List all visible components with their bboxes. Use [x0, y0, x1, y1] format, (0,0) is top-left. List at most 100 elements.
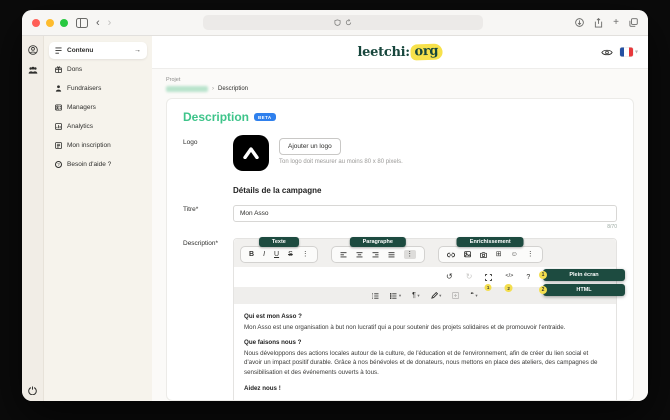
callout-html: HTML — [543, 284, 625, 296]
campaign-details-heading: Détails de la campagne — [233, 186, 322, 195]
redo-icon[interactable]: ↻ — [466, 273, 473, 281]
align-right-icon[interactable] — [372, 251, 379, 258]
annotation-label-paragraphe: Paragraphe — [349, 237, 406, 247]
organization-icon[interactable] — [28, 66, 38, 75]
annotation-label-texte: Texte — [258, 237, 299, 247]
italic-icon[interactable]: I — [263, 251, 265, 258]
title-label: Titre* — [183, 206, 199, 213]
code-view-icon[interactable]: </> — [505, 274, 513, 280]
annotation-label-enrichissement: Enrichissement — [456, 237, 524, 247]
sidebar-item-label: Contenu — [67, 47, 94, 54]
editor-paragraph: Nous développons des actions locales aut… — [244, 349, 598, 377]
fullscreen-icon[interactable] — [485, 273, 493, 281]
sidebar-item-label: Analytics — [67, 123, 94, 130]
account-rail — [22, 36, 44, 401]
character-counter: 8/70 — [607, 224, 617, 230]
french-flag-icon — [619, 47, 633, 57]
traffic-lights — [32, 18, 68, 27]
bold-icon[interactable]: B — [249, 251, 254, 258]
bullet-list-icon[interactable] — [390, 292, 397, 299]
browser-forward-button[interactable]: › — [108, 17, 112, 29]
editor-help-icon[interactable]: ? — [526, 274, 530, 281]
editor-toolbar-row1: Texte B I U S ⋮ Paragraphe ⋮ Enrichissem… — [234, 237, 616, 267]
callout-number-2: 2 — [539, 286, 547, 294]
blockquote-icon[interactable]: “ — [470, 292, 474, 299]
zoom-window-button[interactable] — [60, 18, 68, 27]
share-icon[interactable] — [594, 17, 603, 28]
sidebar-item-label: Mon inscription — [67, 142, 111, 149]
sidebar-item-aide[interactable]: ? Besoin d'aide ? — [49, 156, 147, 173]
language-selector[interactable]: ▾ — [619, 47, 638, 57]
more-options-icon[interactable]: ⋮ — [527, 251, 534, 258]
ordered-list-icon[interactable] — [372, 292, 379, 299]
sidebar-item-label: Besoin d'aide ? — [67, 161, 112, 168]
link-icon[interactable] — [446, 252, 455, 258]
paragraph-format-icon[interactable]: ¶ — [412, 292, 416, 299]
chevron-down-icon[interactable]: ▾ — [439, 293, 441, 299]
close-window-button[interactable] — [32, 18, 40, 27]
sidebar-item-managers[interactable]: Managers — [49, 99, 147, 116]
breadcrumb-current: Description — [218, 85, 249, 92]
underline-icon[interactable]: U — [274, 251, 279, 258]
user-account-icon[interactable] — [27, 45, 38, 55]
breadcrumb-project-name-redacted[interactable] — [166, 85, 208, 92]
table-icon[interactable]: ⊞ — [496, 251, 502, 258]
camera-icon[interactable] — [479, 251, 487, 258]
tab-overview-icon[interactable] — [629, 18, 638, 27]
more-options-icon[interactable]: ⋮ — [302, 251, 309, 258]
annotation-number-2: 2 — [504, 284, 513, 292]
chevron-down-icon[interactable]: ▾ — [475, 293, 477, 299]
undo-icon[interactable]: ↺ — [446, 273, 453, 281]
insert-block-icon[interactable] — [452, 292, 460, 299]
browser-window: ‹ › + Contenu → Dons Fundraisers Manager… — [22, 10, 648, 401]
sidebar-item-mon-inscription[interactable]: Mon inscription — [49, 137, 147, 154]
align-center-icon[interactable] — [356, 251, 363, 258]
editor-heading: Que faisons nous ? — [244, 339, 302, 347]
preview-eye-icon[interactable] — [601, 48, 613, 56]
annotation-callouts: 1 Plein écran 2 HTML — [539, 269, 625, 296]
registration-form-icon — [55, 142, 62, 149]
managers-badge-icon — [55, 104, 62, 111]
title-input[interactable] — [233, 205, 617, 222]
toolbar-group-paragraphe: Paragraphe ⋮ — [330, 237, 425, 263]
browser-back-button[interactable]: ‹ — [96, 17, 100, 29]
chevron-down-icon[interactable]: ▾ — [417, 293, 419, 299]
beta-badge: BETA — [254, 113, 276, 121]
app-header: leetchi: org ▾ — [152, 36, 648, 69]
emoji-icon[interactable]: ☺ — [511, 251, 518, 258]
align-left-icon[interactable] — [340, 251, 347, 258]
editor-heading: Aidez nous ! — [244, 384, 281, 392]
logout-power-icon[interactable] — [28, 386, 37, 395]
content-list-icon — [55, 47, 62, 54]
reload-icon[interactable] — [345, 19, 352, 26]
add-logo-button[interactable]: Ajouter un logo — [279, 138, 341, 155]
chevron-down-icon[interactable]: ▾ — [399, 293, 401, 299]
logo-label: Logo — [183, 139, 198, 146]
sidebar-item-contenu[interactable]: Contenu → — [49, 42, 147, 59]
callout-number-1: 1 — [539, 271, 547, 279]
downloads-icon[interactable] — [575, 18, 584, 27]
logo-hint: Ton logo doit mesurer au moins 80 x 80 p… — [279, 159, 403, 165]
sidebar-item-analytics[interactable]: Analytics — [49, 118, 147, 135]
editor-content[interactable]: Qui est mon Asso ? Mon Asso est une orga… — [234, 304, 616, 400]
browser-sidebar-toggle-icon[interactable] — [76, 17, 88, 28]
more-options-icon[interactable]: ⋮ — [403, 250, 416, 259]
campaign-logo-thumbnail[interactable] — [233, 135, 269, 171]
new-tab-icon[interactable]: + — [613, 17, 619, 28]
minimize-window-button[interactable] — [46, 18, 54, 27]
sidebar-item-dons[interactable]: Dons — [49, 61, 147, 78]
sidebar-item-fundraisers[interactable]: Fundraisers — [49, 80, 147, 97]
toolbar-group-enrichissement: Enrichissement ⊞ ☺ ⋮ — [437, 237, 543, 263]
address-bar[interactable] — [203, 15, 484, 30]
strikethrough-icon[interactable]: S — [288, 251, 293, 258]
align-justify-icon[interactable] — [388, 251, 395, 258]
image-icon[interactable] — [463, 251, 471, 258]
analytics-chart-icon — [55, 123, 62, 130]
page-title: Description — [183, 110, 250, 124]
browser-toolbar: ‹ › + — [22, 10, 648, 36]
breadcrumb-eyebrow: Projet — [166, 77, 181, 83]
pen-style-icon[interactable] — [430, 292, 438, 299]
chevron-down-icon: ▾ — [634, 49, 638, 56]
richtext-editor: Texte B I U S ⋮ Paragraphe ⋮ Enrichissem… — [233, 237, 625, 400]
sidebar-item-label: Fundraisers — [67, 85, 102, 92]
